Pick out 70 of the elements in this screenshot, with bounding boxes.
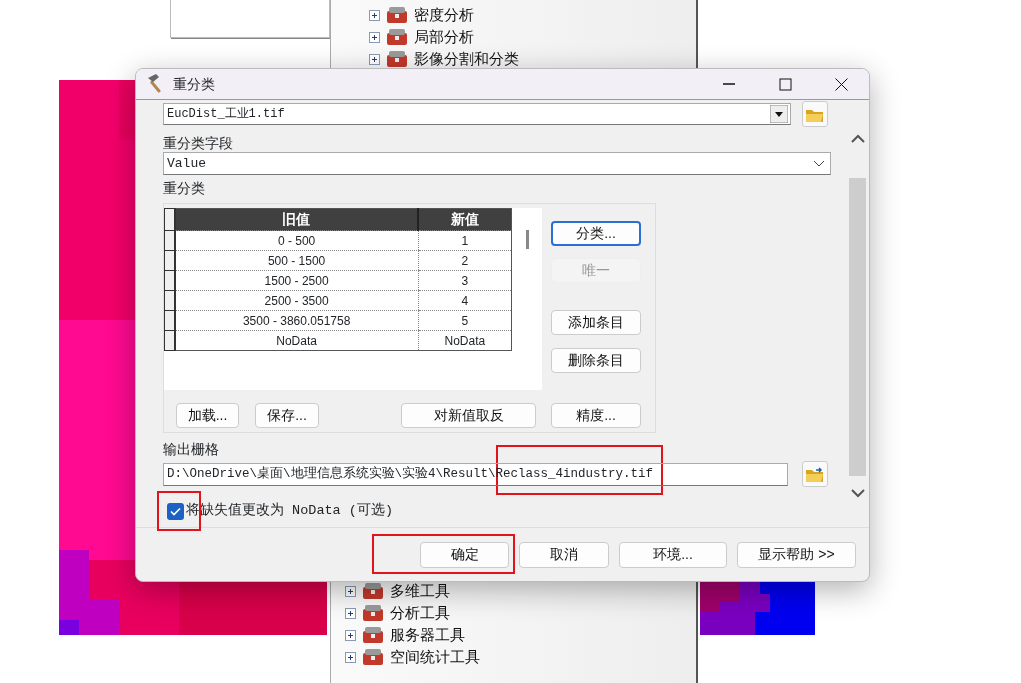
- footer-button[interactable]: 显示帮助 >>: [737, 541, 856, 568]
- tree-item[interactable]: 影像分割和分类: [414, 47, 519, 71]
- toolbox-icon: [386, 6, 408, 24]
- row-header[interactable]: [164, 330, 175, 351]
- expand-icon[interactable]: [345, 607, 356, 619]
- tree-item[interactable]: 分析工具: [390, 601, 450, 625]
- expand-icon[interactable]: [369, 53, 380, 65]
- table-cell: 1500 - 2500: [174, 270, 419, 291]
- column-header: 新值: [418, 208, 512, 231]
- table-cell: 2: [418, 250, 512, 271]
- panel-button[interactable]: 加载...: [176, 403, 239, 428]
- window-title: 重分类: [173, 74, 215, 94]
- checkmark-icon: [170, 506, 181, 516]
- dropdown-arrow-icon[interactable]: [770, 105, 788, 123]
- scroll-down-icon[interactable]: [849, 488, 866, 498]
- table-cell: NoData: [174, 330, 419, 351]
- table-cell: NoData: [418, 330, 512, 351]
- expand-icon[interactable]: [345, 629, 356, 641]
- scrollbar-thumb[interactable]: [849, 178, 866, 476]
- tree-item[interactable]: 空间统计工具: [390, 645, 480, 669]
- tree-item[interactable]: 密度分析: [414, 3, 474, 27]
- scroll-thumb[interactable]: [526, 230, 529, 249]
- row-header[interactable]: [164, 310, 175, 331]
- panel-button[interactable]: 精度...: [551, 403, 641, 428]
- tree-item[interactable]: 局部分析: [414, 25, 474, 49]
- table-cell: 5: [418, 310, 512, 331]
- toolbox-icon: [362, 648, 384, 666]
- reclass-field-select[interactable]: Value: [163, 152, 831, 175]
- expand-icon[interactable]: [345, 585, 356, 597]
- expand-icon[interactable]: [369, 31, 380, 43]
- tree-item[interactable]: 服务器工具: [390, 623, 465, 647]
- input-raster-field[interactable]: EucDist_工业1.tif: [163, 103, 791, 125]
- minimize-icon: [723, 83, 735, 85]
- footer-button[interactable]: 环境...: [619, 541, 727, 568]
- panel-button[interactable]: 对新值取反: [401, 403, 536, 428]
- row-header: [164, 208, 175, 231]
- scroll-up-icon[interactable]: [849, 134, 866, 144]
- table-cell: 1: [418, 230, 512, 251]
- footer-button[interactable]: 取消: [519, 541, 609, 568]
- column-header: 旧值: [174, 208, 419, 231]
- side-button[interactable]: 删除条目: [551, 348, 641, 373]
- checkbox-label: 将缺失值更改为 NoData (可选): [186, 502, 393, 520]
- section-label: 重分类: [163, 179, 206, 197]
- toolbox-icon: [362, 626, 384, 644]
- side-button[interactable]: 分类...: [551, 221, 641, 246]
- panel-button[interactable]: 保存...: [255, 403, 319, 428]
- row-header[interactable]: [164, 250, 175, 271]
- row-header[interactable]: [164, 290, 175, 311]
- toolbox-icon: [362, 604, 384, 622]
- side-button[interactable]: 添加条目: [551, 310, 641, 335]
- toolbox-icon: [386, 28, 408, 46]
- tree-item[interactable]: 多维工具: [390, 579, 450, 603]
- table-cell: 2500 - 3500: [174, 290, 419, 311]
- close-icon: [834, 77, 848, 91]
- folder-icon: [805, 465, 825, 483]
- table-cell: 500 - 1500: [174, 250, 419, 271]
- expand-icon[interactable]: [369, 9, 380, 21]
- row-header[interactable]: [164, 230, 175, 251]
- chevron-down-icon: [813, 159, 825, 168]
- row-header[interactable]: [164, 270, 175, 291]
- output-label: 输出栅格: [163, 440, 220, 458]
- table-cell: 3500 - 3860.051758: [174, 310, 419, 331]
- expand-icon[interactable]: [345, 651, 356, 663]
- field-label: 重分类字段: [163, 134, 234, 152]
- table-cell: 3: [418, 270, 512, 291]
- table-cell: 4: [418, 290, 512, 311]
- maximize-icon: [778, 77, 792, 91]
- checkbox[interactable]: [167, 502, 184, 520]
- table-cell: 0 - 500: [174, 230, 419, 251]
- footer-button[interactable]: 确定: [420, 541, 509, 568]
